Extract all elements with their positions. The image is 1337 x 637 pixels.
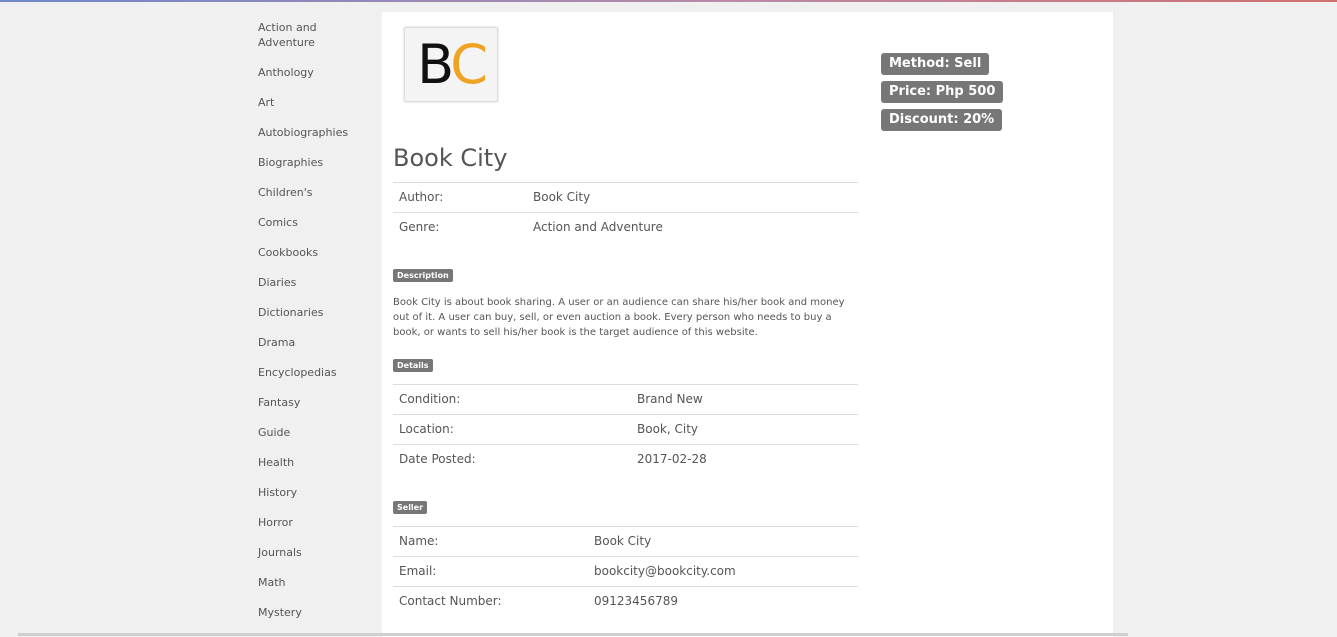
- table-row: Genre: Action and Adventure: [393, 212, 858, 242]
- table-row: Contact Number: 09123456789: [393, 586, 858, 616]
- top-accent-line: [0, 0, 1337, 2]
- sidebar-item-fantasy[interactable]: Fantasy: [258, 395, 366, 410]
- genre-value: Action and Adventure: [533, 220, 663, 234]
- seller-name-value: Book City: [594, 534, 652, 548]
- book-cover-logo: BC: [404, 27, 498, 102]
- location-value: Book, City: [637, 422, 699, 436]
- date-posted-value: 2017-02-28: [637, 452, 707, 466]
- sidebar-item-journals[interactable]: Journals: [258, 545, 366, 560]
- horizontal-scrollbar[interactable]: [18, 633, 1128, 636]
- sidebar-item-autobiographies[interactable]: Autobiographies: [258, 125, 366, 140]
- table-row: Name: Book City: [393, 526, 858, 556]
- date-posted-label: Date Posted:: [399, 452, 476, 466]
- seller-email-label: Email:: [399, 564, 437, 578]
- condition-value: Brand New: [637, 392, 703, 406]
- seller-name-label: Name:: [399, 534, 439, 548]
- condition-label: Condition:: [399, 392, 461, 406]
- sidebar-item-art[interactable]: Art: [258, 95, 366, 110]
- seller-table: Name: Book City Email: bookcity@bookcity…: [393, 526, 858, 616]
- table-row: Condition: Brand New: [393, 384, 858, 414]
- book-detail-panel: BC Book City Author: Book City Genre: Ac…: [382, 12, 1113, 637]
- sidebar-item-cookbooks[interactable]: Cookbooks: [258, 245, 366, 260]
- seller-email-value: bookcity@bookcity.com: [594, 564, 736, 578]
- sidebar-item-action-and-adventure[interactable]: Action and Adventure: [258, 20, 366, 50]
- genre-label: Genre:: [399, 220, 440, 234]
- details-table: Condition: Brand New Location: Book, Cit…: [393, 384, 858, 474]
- logo-letter-c: C: [450, 33, 488, 96]
- sidebar-item-comics[interactable]: Comics: [258, 215, 366, 230]
- description-label: Description: [393, 269, 453, 282]
- table-row: Date Posted: 2017-02-28: [393, 444, 858, 474]
- sidebar-item-math[interactable]: Math: [258, 575, 366, 590]
- sidebar-item-childrens[interactable]: Children's: [258, 185, 366, 200]
- sidebar-item-anthology[interactable]: Anthology: [258, 65, 366, 80]
- table-row: Author: Book City: [393, 182, 858, 212]
- details-label: Details: [393, 359, 433, 372]
- seller-label: Seller: [393, 501, 428, 514]
- sidebar-item-guide[interactable]: Guide: [258, 425, 366, 440]
- sidebar-item-encyclopedias[interactable]: Encyclopedias: [258, 365, 366, 380]
- sidebar-item-diaries[interactable]: Diaries: [258, 275, 366, 290]
- location-label: Location:: [399, 422, 454, 436]
- sidebar-item-biographies[interactable]: Biographies: [258, 155, 366, 170]
- book-title: Book City: [393, 144, 508, 172]
- logo-letter-b: B: [417, 33, 453, 96]
- book-info-table: Author: Book City Genre: Action and Adve…: [393, 182, 858, 242]
- discount-badge: Discount: 20%: [881, 109, 1003, 131]
- author-value: Book City: [533, 190, 591, 204]
- table-row: Email: bookcity@bookcity.com: [393, 556, 858, 586]
- sidebar-item-mystery[interactable]: Mystery: [258, 605, 366, 620]
- description-text: Book City is about book sharing. A user …: [393, 297, 845, 338]
- sidebar-item-dictionaries[interactable]: Dictionaries: [258, 305, 366, 320]
- sidebar-item-health[interactable]: Health: [258, 455, 366, 470]
- table-row: Location: Book, City: [393, 414, 858, 444]
- sidebar-item-history[interactable]: History: [258, 485, 366, 500]
- price-badge: Price: Php 500: [881, 81, 1004, 103]
- seller-contact-value: 09123456789: [594, 594, 678, 608]
- method-badge: Method: Sell: [881, 53, 990, 75]
- seller-contact-label: Contact Number:: [399, 594, 502, 608]
- author-label: Author:: [399, 190, 444, 204]
- sidebar-item-horror[interactable]: Horror: [258, 515, 366, 530]
- sidebar-item-drama[interactable]: Drama: [258, 335, 366, 350]
